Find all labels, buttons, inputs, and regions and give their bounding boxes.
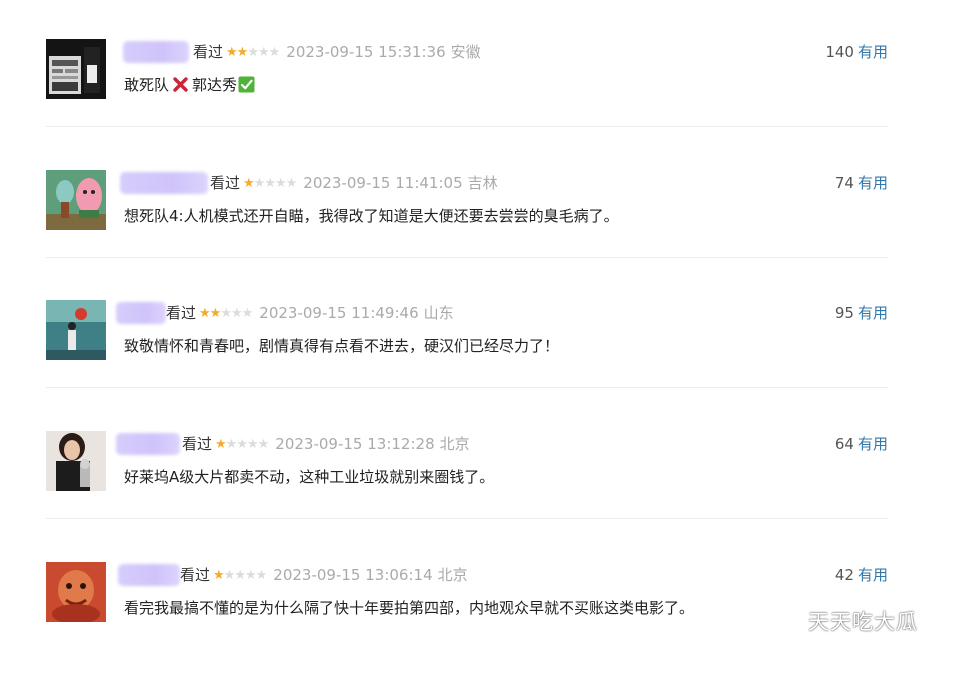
comment-item: 看过 ★★★★★ 2023-09-15 13:12:28 北京 64 有用 好莱坞A级大… bbox=[46, 431, 888, 562]
vote-area: 140 有用 bbox=[825, 40, 888, 64]
star-empty-icon: ★★★★ bbox=[225, 437, 270, 452]
watch-status: 看过 bbox=[166, 304, 197, 322]
comment-item: 看过 ★★★★★ 2023-09-15 15:31:36 安徽 140 有用 敢死队 郭达… bbox=[46, 39, 888, 170]
star-icon: ★★ bbox=[199, 306, 221, 321]
comment-text: 想死队4:人机模式还开自瞄，我得改了知道是大便还要去尝尝的臭毛病了。 bbox=[124, 207, 619, 225]
avatar[interactable] bbox=[46, 170, 106, 230]
useful-button[interactable]: 有用 bbox=[858, 43, 888, 61]
comment-item: 看过 ★★★★★ 2023-09-15 11:49:46 山东 95 有用 致敬情怀和青… bbox=[46, 300, 888, 431]
vote-count: 42 bbox=[834, 566, 854, 584]
useful-button[interactable]: 有用 bbox=[858, 174, 888, 192]
comment-location: 安徽 bbox=[450, 43, 481, 61]
star-icon: ★ bbox=[213, 568, 225, 583]
comment-time: 2023-09-15 15:31:36 bbox=[286, 43, 446, 61]
comment-text: 好莱坞A级大片都卖不动，这种工业垃圾就别来圈钱了。 bbox=[124, 468, 495, 486]
vote-count: 95 bbox=[834, 304, 854, 322]
comment-time: 2023-09-15 13:06:14 bbox=[273, 566, 433, 584]
vote-count: 64 bbox=[834, 435, 854, 453]
comment-text-part: 敢死队 bbox=[124, 76, 170, 94]
comment-location: 吉林 bbox=[467, 174, 498, 192]
star-empty-icon: ★★★ bbox=[247, 45, 280, 60]
divider bbox=[46, 518, 888, 519]
useful-button[interactable]: 有用 bbox=[858, 566, 888, 584]
star-empty-icon: ★★★★ bbox=[253, 176, 298, 191]
comment-text-part: 郭达秀 bbox=[192, 76, 238, 94]
vote-area: 64 有用 bbox=[835, 432, 888, 456]
vote-area: 74 有用 bbox=[835, 171, 888, 195]
divider bbox=[46, 126, 888, 127]
rating-stars: ★★★★★ bbox=[226, 41, 280, 65]
star-icon: ★ bbox=[243, 176, 255, 191]
comment-item: 看过 ★★★★★ 2023-09-15 13:06:14 北京 42 有用 看完我最搞不… bbox=[46, 562, 888, 693]
comment-time: 2023-09-15 13:12:28 bbox=[275, 435, 435, 453]
comment-meta: 看过 ★★★★★ 2023-09-15 11:41:05 吉林 bbox=[210, 171, 498, 195]
useful-button[interactable]: 有用 bbox=[858, 435, 888, 453]
username-blurred bbox=[123, 41, 189, 63]
watermark: 天天吃大瓜 bbox=[808, 610, 918, 634]
vote-area: 95 有用 bbox=[835, 301, 888, 325]
vote-count: 74 bbox=[834, 174, 854, 192]
star-icon: ★★ bbox=[226, 45, 248, 60]
username-blurred bbox=[116, 302, 166, 324]
divider bbox=[46, 387, 888, 388]
star-empty-icon: ★★★ bbox=[220, 306, 253, 321]
watch-status: 看过 bbox=[210, 174, 241, 192]
username-blurred bbox=[116, 433, 180, 455]
avatar[interactable] bbox=[46, 300, 106, 360]
comment-location: 北京 bbox=[439, 435, 470, 453]
rating-stars: ★★★★★ bbox=[213, 564, 268, 588]
comment-time: 2023-09-15 11:41:05 bbox=[303, 174, 463, 192]
divider bbox=[46, 257, 888, 258]
watch-status: 看过 bbox=[193, 43, 224, 61]
comment-meta: 看过 ★★★★★ 2023-09-15 11:49:46 山东 bbox=[166, 301, 454, 325]
username-blurred bbox=[118, 564, 180, 586]
username-blurred bbox=[120, 172, 208, 194]
rating-stars: ★★★★★ bbox=[199, 302, 253, 326]
comment-meta: 看过 ★★★★★ 2023-09-15 13:12:28 北京 bbox=[182, 432, 470, 456]
avatar[interactable] bbox=[46, 431, 106, 491]
comment-meta: 看过 ★★★★★ 2023-09-15 13:06:14 北京 bbox=[180, 563, 468, 587]
cross-mark-icon bbox=[173, 77, 188, 92]
comment-meta: 看过 ★★★★★ 2023-09-15 15:31:36 安徽 bbox=[193, 40, 481, 64]
vote-count: 140 bbox=[825, 43, 854, 61]
star-icon: ★ bbox=[215, 437, 227, 452]
comment-text: 致敬情怀和青春吧，剧情真得有点看不进去，硬汉们已经尽力了！ bbox=[124, 337, 560, 355]
vote-area: 42 有用 bbox=[835, 563, 888, 587]
comment-location: 北京 bbox=[437, 566, 468, 584]
watch-status: 看过 bbox=[180, 566, 211, 584]
rating-stars: ★★★★★ bbox=[243, 172, 298, 196]
comment-time: 2023-09-15 11:49:46 bbox=[259, 304, 419, 322]
comment-text: 看完我最搞不懂的是为什么隔了快十年要拍第四部，内地观众早就不买账这类电影了。 bbox=[124, 599, 695, 617]
comment-location: 山东 bbox=[423, 304, 454, 322]
comment-text: 敢死队 郭达秀 bbox=[124, 73, 255, 97]
comment-list: 看过 ★★★★★ 2023-09-15 15:31:36 安徽 140 有用 敢死队 郭达… bbox=[0, 0, 957, 651]
avatar[interactable] bbox=[46, 39, 106, 99]
avatar[interactable] bbox=[46, 562, 106, 622]
watch-status: 看过 bbox=[182, 435, 213, 453]
check-mark-button-icon bbox=[238, 76, 255, 93]
star-empty-icon: ★★★★ bbox=[223, 568, 268, 583]
rating-stars: ★★★★★ bbox=[215, 433, 270, 457]
useful-button[interactable]: 有用 bbox=[858, 304, 888, 322]
comment-item: 看过 ★★★★★ 2023-09-15 11:41:05 吉林 74 有用 想死队4:人… bbox=[46, 170, 888, 301]
